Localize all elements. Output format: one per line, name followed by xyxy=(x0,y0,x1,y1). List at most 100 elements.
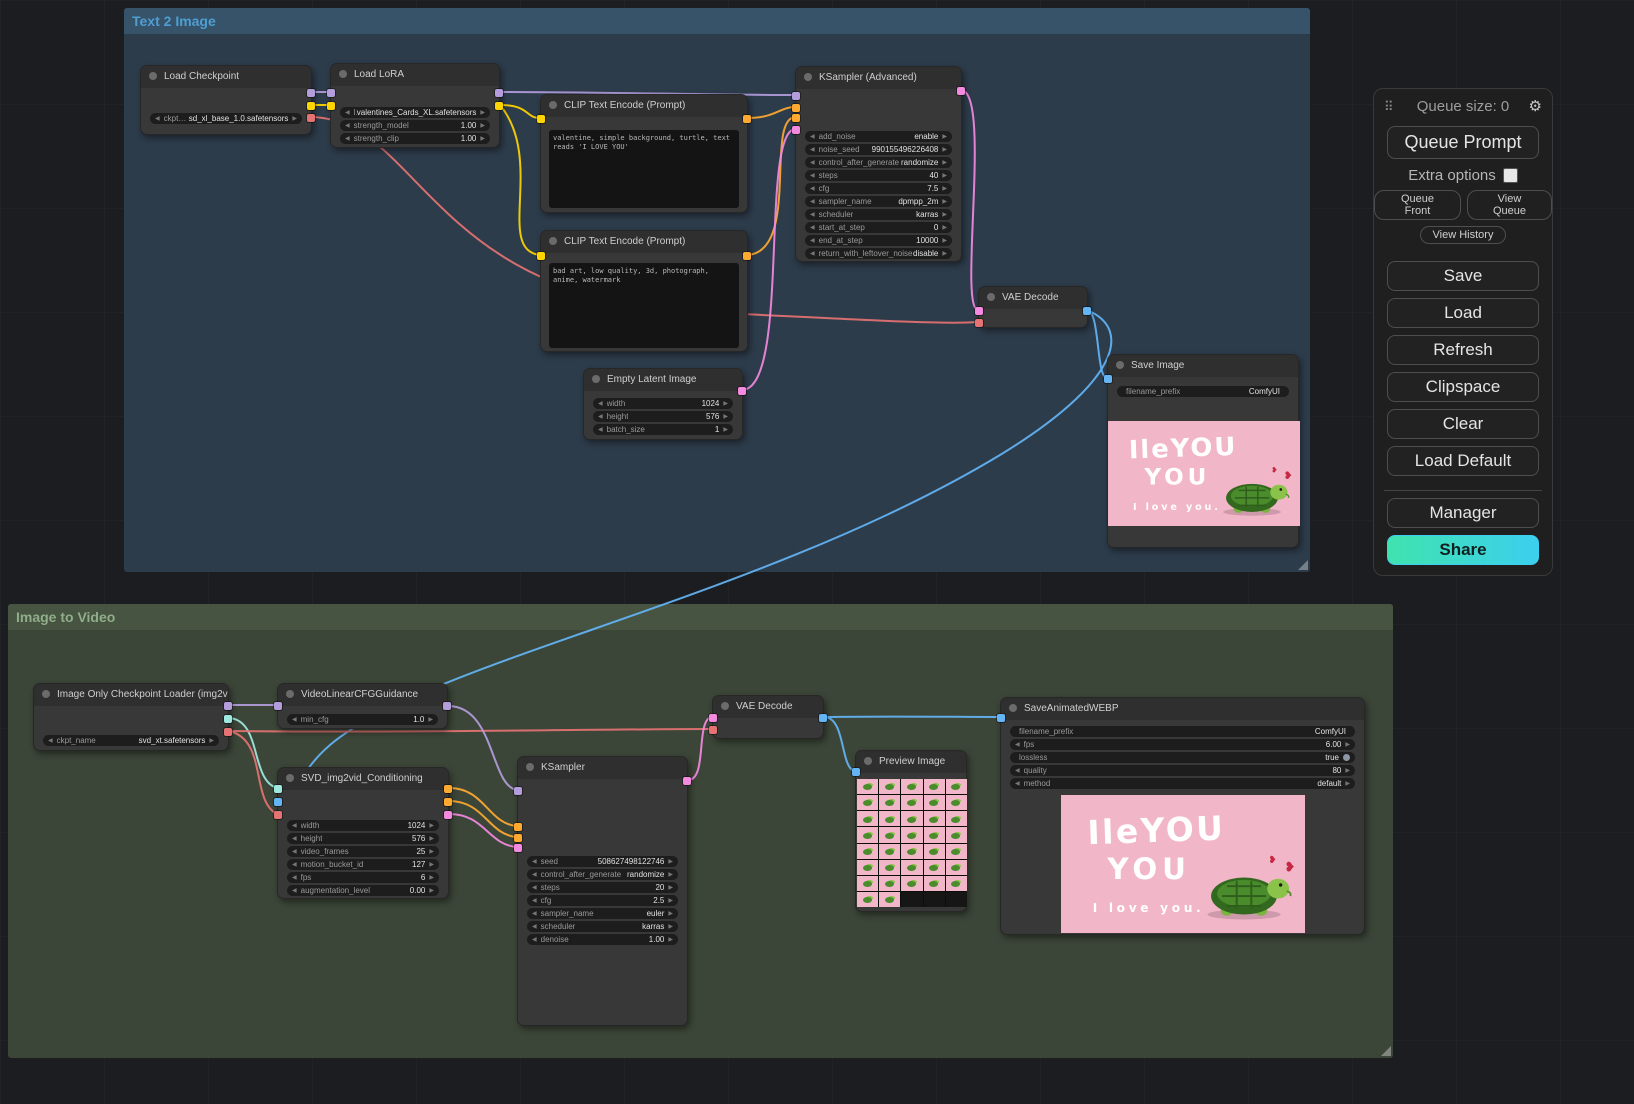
manager-button[interactable]: Manager xyxy=(1387,498,1539,528)
collapse-dot-icon[interactable] xyxy=(286,690,294,698)
decrement-arrow-icon[interactable]: ◀ xyxy=(292,835,297,842)
increment-arrow-icon[interactable]: ▶ xyxy=(668,858,673,865)
collapse-dot-icon[interactable] xyxy=(286,774,294,782)
decrement-arrow-icon[interactable]: ◀ xyxy=(810,237,815,244)
widget-sampler_name[interactable]: ◀sampler_nameeuler▶ xyxy=(527,908,678,919)
decrement-arrow-icon[interactable]: ◀ xyxy=(345,109,350,116)
increment-arrow-icon[interactable]: ▶ xyxy=(480,122,485,129)
increment-arrow-icon[interactable]: ▶ xyxy=(480,135,485,142)
increment-arrow-icon[interactable]: ▶ xyxy=(942,133,947,140)
increment-arrow-icon[interactable]: ▶ xyxy=(429,848,434,855)
node-title-bar[interactable]: SVD_img2vid_Conditioning xyxy=(278,768,448,790)
decrement-arrow-icon[interactable]: ◀ xyxy=(810,172,815,179)
collapse-dot-icon[interactable] xyxy=(42,690,50,698)
increment-arrow-icon[interactable]: ▶ xyxy=(668,936,673,943)
decrement-arrow-icon[interactable]: ◀ xyxy=(810,146,815,153)
input-slot-image[interactable] xyxy=(997,714,1005,722)
node-title-bar[interactable]: Save Image xyxy=(1108,355,1298,377)
input-slot-model[interactable] xyxy=(274,702,282,710)
output-slot-conditioning[interactable] xyxy=(444,785,452,793)
widget-filename_prefix[interactable]: filename_prefixComfyUI xyxy=(1117,386,1289,397)
output-slot-clip_vision[interactable] xyxy=(224,715,232,723)
collapse-dot-icon[interactable] xyxy=(339,70,347,78)
increment-arrow-icon[interactable]: ▶ xyxy=(480,109,485,116)
node-title-bar[interactable]: Load LoRA xyxy=(331,64,499,86)
decrement-arrow-icon[interactable]: ◀ xyxy=(532,923,537,930)
increment-arrow-icon[interactable]: ▶ xyxy=(723,413,728,420)
output-slot-model[interactable] xyxy=(307,89,315,97)
node-title-bar[interactable]: KSampler xyxy=(518,757,687,779)
widget-return_with_leftover_noise[interactable]: ◀return_with_leftover_noisedisable▶ xyxy=(805,248,952,259)
collapse-dot-icon[interactable] xyxy=(864,757,872,765)
decrement-arrow-icon[interactable]: ◀ xyxy=(1015,767,1020,774)
toggle-dot[interactable] xyxy=(1343,754,1350,761)
decrement-arrow-icon[interactable]: ◀ xyxy=(810,133,815,140)
output-slot-latent[interactable] xyxy=(957,87,965,95)
increment-arrow-icon[interactable]: ▶ xyxy=(429,822,434,829)
output-slot-model[interactable] xyxy=(443,702,451,710)
output-slot-latent[interactable] xyxy=(444,811,452,819)
node-save-animated-webp[interactable]: SaveAnimatedWEBPfilename_prefixComfyUI◀f… xyxy=(1000,697,1365,935)
increment-arrow-icon[interactable]: ▶ xyxy=(429,887,434,894)
increment-arrow-icon[interactable]: ▶ xyxy=(942,211,947,218)
queue-prompt-button[interactable]: Queue Prompt xyxy=(1387,126,1539,159)
node-vae-decode-vid[interactable]: VAE Decode xyxy=(712,695,824,739)
node-title-bar[interactable]: CLIP Text Encode (Prompt) xyxy=(541,95,747,117)
widget-strength_clip[interactable]: ◀strength_clip1.00▶ xyxy=(340,133,490,144)
input-slot-conditioning[interactable] xyxy=(514,823,522,831)
increment-arrow-icon[interactable]: ▶ xyxy=(942,224,947,231)
input-slot-latent[interactable] xyxy=(514,844,522,852)
decrement-arrow-icon[interactable]: ◀ xyxy=(598,426,603,433)
save-button[interactable]: Save xyxy=(1387,261,1539,291)
decrement-arrow-icon[interactable]: ◀ xyxy=(292,716,297,723)
widget-sampler_name[interactable]: ◀sampler_namedpmpp_2m▶ xyxy=(805,196,952,207)
refresh-button[interactable]: Refresh xyxy=(1387,335,1539,365)
decrement-arrow-icon[interactable]: ◀ xyxy=(810,159,815,166)
input-slot-model[interactable] xyxy=(792,92,800,100)
decrement-arrow-icon[interactable]: ◀ xyxy=(345,122,350,129)
widget-motion_bucket_id[interactable]: ◀motion_bucket_id127▶ xyxy=(287,859,439,870)
decrement-arrow-icon[interactable]: ◀ xyxy=(345,135,350,142)
node-title-bar[interactable]: KSampler (Advanced) xyxy=(796,67,961,89)
drag-handle-icon[interactable]: ⠿ xyxy=(1384,95,1394,119)
increment-arrow-icon[interactable]: ▶ xyxy=(942,198,947,205)
view-history-button[interactable]: View History xyxy=(1420,226,1507,244)
collapse-dot-icon[interactable] xyxy=(804,73,812,81)
decrement-arrow-icon[interactable]: ◀ xyxy=(292,848,297,855)
increment-arrow-icon[interactable]: ▶ xyxy=(668,923,673,930)
node-save-image[interactable]: Save Imagefilename_prefixComfyUI IleYOU … xyxy=(1107,354,1299,548)
increment-arrow-icon[interactable]: ▶ xyxy=(292,115,297,122)
output-slot-conditioning[interactable] xyxy=(444,798,452,806)
node-image-only-checkpoint-loader[interactable]: Image Only Checkpoint Loader (img2vid mo… xyxy=(33,683,229,751)
increment-arrow-icon[interactable]: ▶ xyxy=(942,146,947,153)
decrement-arrow-icon[interactable]: ◀ xyxy=(532,910,537,917)
widget-width[interactable]: ◀width1024▶ xyxy=(593,398,733,409)
increment-arrow-icon[interactable]: ▶ xyxy=(1345,767,1350,774)
widget-width[interactable]: ◀width1024▶ xyxy=(287,820,439,831)
video-frames-preview[interactable] xyxy=(857,779,967,907)
decrement-arrow-icon[interactable]: ◀ xyxy=(292,874,297,881)
widget-method[interactable]: ◀methoddefault▶ xyxy=(1010,778,1355,789)
prompt-textarea[interactable]: valentine, simple background, turtle, te… xyxy=(549,130,739,208)
node-title-bar[interactable]: Image Only Checkpoint Loader (img2vid mo… xyxy=(34,684,228,706)
increment-arrow-icon[interactable]: ▶ xyxy=(723,426,728,433)
node-empty-latent-image[interactable]: Empty Latent Image◀width1024▶◀height576▶… xyxy=(583,368,743,440)
widget-fps[interactable]: ◀fps6▶ xyxy=(287,872,439,883)
prompt-textarea[interactable]: bad art, low quality, 3d, photograph, an… xyxy=(549,263,739,348)
widget-noise_seed[interactable]: ◀noise_seed990155496226408▶ xyxy=(805,144,952,155)
decrement-arrow-icon[interactable]: ◀ xyxy=(532,936,537,943)
increment-arrow-icon[interactable]: ▶ xyxy=(429,874,434,881)
increment-arrow-icon[interactable]: ▶ xyxy=(942,250,947,257)
output-slot-model[interactable] xyxy=(495,89,503,97)
widget-height[interactable]: ◀height576▶ xyxy=(593,411,733,422)
increment-arrow-icon[interactable]: ▶ xyxy=(942,172,947,179)
input-slot-latent[interactable] xyxy=(975,307,983,315)
view-queue-button[interactable]: View Queue xyxy=(1467,190,1552,220)
input-slot-image[interactable] xyxy=(852,768,860,776)
decrement-arrow-icon[interactable]: ◀ xyxy=(1015,741,1020,748)
output-slot-latent[interactable] xyxy=(738,387,746,395)
load-default-button[interactable]: Load Default xyxy=(1387,446,1539,476)
increment-arrow-icon[interactable]: ▶ xyxy=(942,185,947,192)
widget-scheduler[interactable]: ◀schedulerkarras▶ xyxy=(805,209,952,220)
group-title[interactable]: Text 2 Image xyxy=(124,8,1310,34)
